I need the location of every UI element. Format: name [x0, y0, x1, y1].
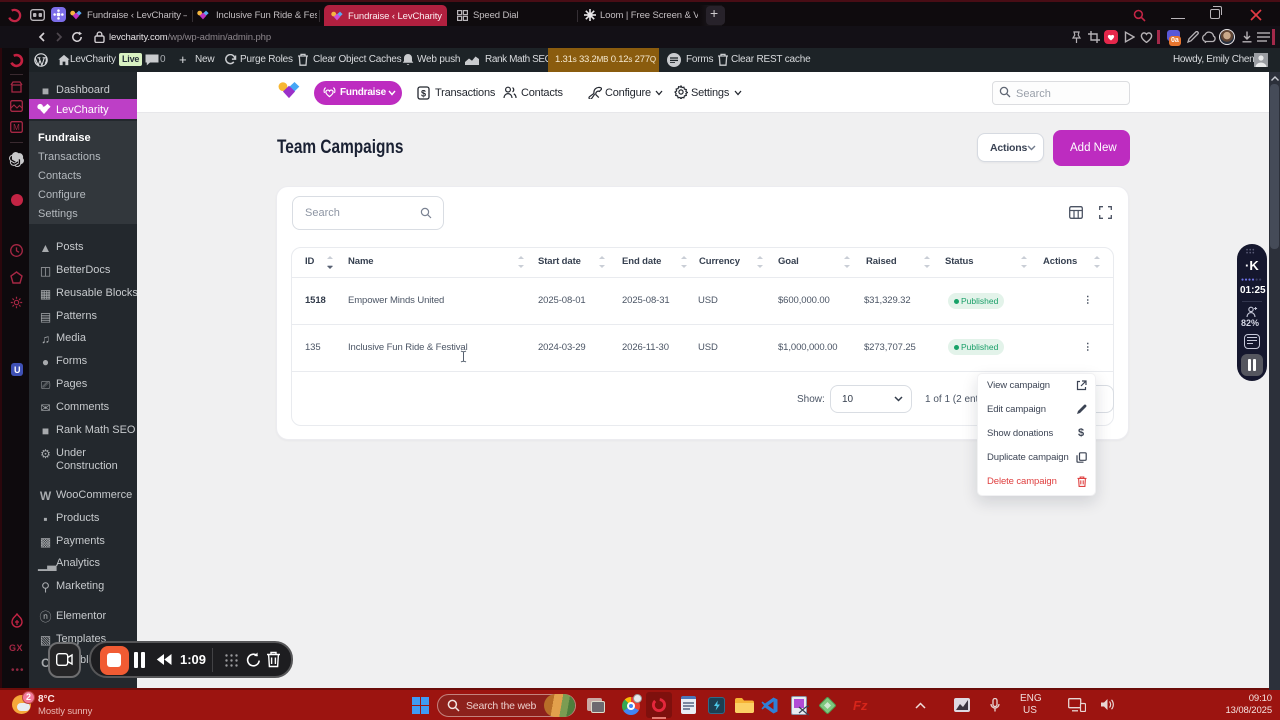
- svg-text:M: M: [13, 123, 20, 132]
- svg-text:$: $: [421, 89, 426, 99]
